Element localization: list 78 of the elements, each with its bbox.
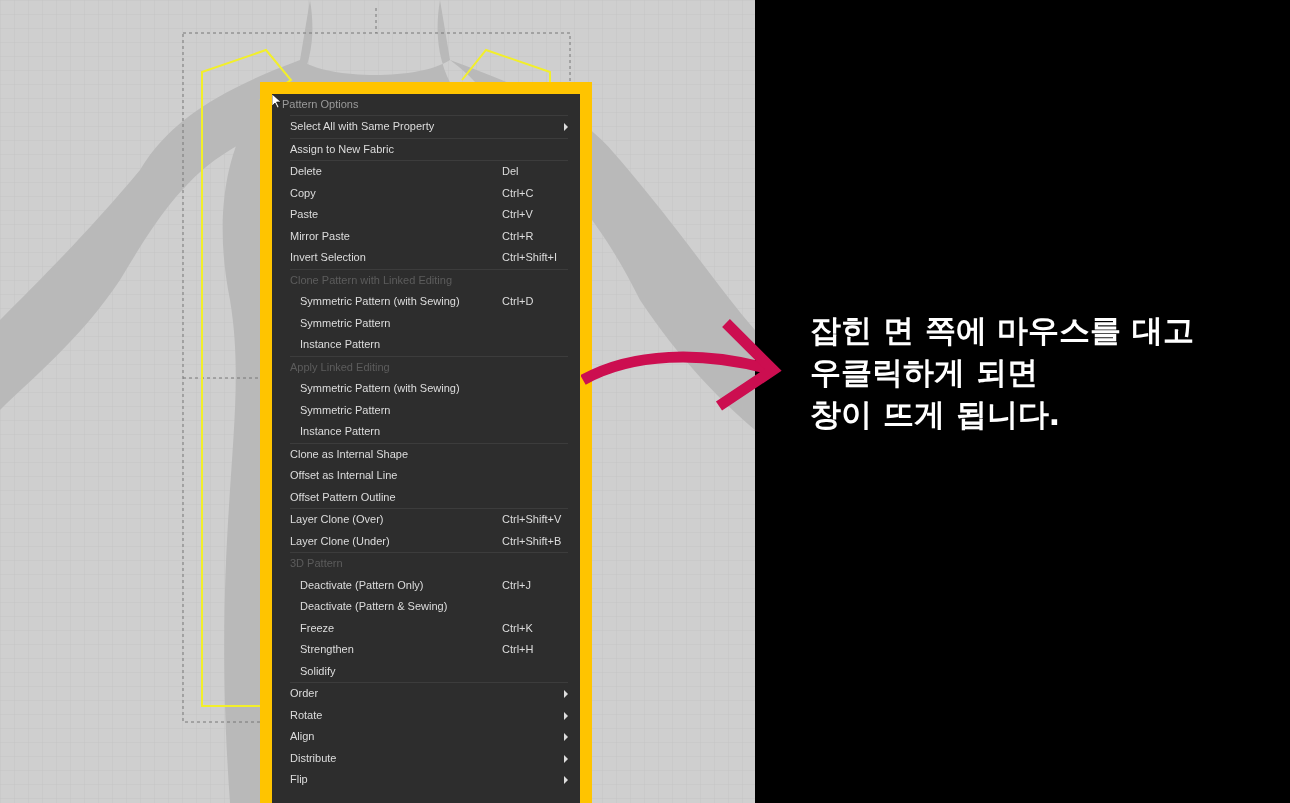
menu-item[interactable]: Assign to New Fabric — [272, 138, 568, 160]
menu-item-label: Instance Pattern — [300, 424, 381, 439]
menu-item-label: Paste — [290, 207, 319, 222]
submenu-arrow-icon — [564, 733, 568, 741]
menu-item-label: Distribute — [290, 750, 337, 766]
menu-item-label: Strengthen — [300, 642, 354, 657]
menu-item-label: Symmetric Pattern (with Sewing) — [300, 381, 460, 396]
shortcut-label: Del — [502, 164, 519, 179]
shortcut-label: Ctrl+K — [502, 620, 533, 636]
menu-item[interactable]: Strengthen Ctrl+H — [272, 639, 568, 661]
menu-item-label: Symmetric Pattern — [300, 402, 391, 418]
menu-item-label: Mirror Paste — [290, 228, 350, 244]
shortcut-label: Ctrl+Shift+B — [502, 533, 562, 549]
menu-item-label: Rotate — [290, 707, 323, 723]
menu-item[interactable]: Paste Ctrl+V — [272, 204, 568, 226]
menu-item[interactable]: Symmetric Pattern — [272, 312, 568, 334]
menu-item[interactable]: Offset as Internal Line — [272, 465, 568, 487]
menu-item[interactable]: Deactivate (Pattern & Sewing) — [272, 596, 568, 618]
menu-item[interactable]: Layer Clone (Under) Ctrl+Shift+B — [272, 530, 568, 552]
shortcut-label: Ctrl+J — [502, 577, 532, 593]
menu-item[interactable]: Instance Pattern — [272, 421, 568, 443]
menu-item-label: Copy — [290, 185, 316, 201]
submenu-arrow-icon — [564, 754, 568, 763]
submenu-arrow-icon — [564, 776, 568, 784]
caption-text: 창이 뜨게 됩니다. — [810, 395, 1062, 434]
menu-item-label: Clone as Internal Shape — [290, 446, 409, 462]
submenu-arrow-icon — [564, 711, 568, 720]
shortcut-label: Ctrl+H — [502, 642, 534, 657]
menu-item[interactable]: Solidify — [272, 660, 568, 682]
menu-item[interactable]: Offset Pattern Outline — [272, 486, 568, 508]
menu-item-label: Layer Clone (Over) — [290, 512, 384, 527]
menu-item[interactable]: Freeze Ctrl+K — [272, 617, 568, 639]
menu-item-label: Order — [290, 686, 319, 701]
caption-text: 우클릭하게 되면 — [810, 353, 1039, 392]
menu-item[interactable]: Instance Pattern — [272, 334, 568, 356]
menu-item-label: Symmetric Pattern — [300, 315, 391, 331]
menu-item-label: Layer Clone (Under) — [290, 533, 390, 549]
menu-item[interactable]: Delete Del — [272, 161, 568, 183]
menu-item[interactable]: Clone as Internal Shape — [272, 443, 568, 465]
menu-item[interactable]: Symmetric Pattern (with Sewing) — [272, 378, 568, 400]
menu-item[interactable]: Select All with Same Property — [272, 116, 568, 138]
caption-text: 잡힌 면 쪽에 마우스를 대고 — [810, 311, 1195, 350]
menu-item-label: Deactivate (Pattern Only) — [300, 577, 424, 593]
menu-item[interactable]: Rotate — [272, 704, 568, 726]
menu-item[interactable]: Deactivate (Pattern Only) Ctrl+J — [272, 574, 568, 596]
shortcut-label: Ctrl+D — [502, 294, 534, 309]
menu-item-label: Solidify — [300, 663, 336, 679]
menu-item[interactable]: Symmetric Pattern — [272, 399, 568, 421]
menu-item[interactable]: Layer Clone (Over) Ctrl+Shift+V — [272, 509, 568, 531]
menu-item-label: Offset as Internal Line — [290, 468, 398, 483]
menu-item-label: Delete — [290, 164, 322, 179]
menu-item-label: Align — [290, 729, 315, 744]
menu-item[interactable]: Mirror Paste Ctrl+R — [272, 225, 568, 247]
shortcut-label: Ctrl+Shift+I — [502, 250, 558, 265]
menu-item[interactable]: Symmetric Pattern (with Sewing) Ctrl+D — [272, 291, 568, 313]
menu-item-label: Assign to New Fabric — [290, 141, 394, 157]
submenu-arrow-icon — [564, 123, 568, 131]
menu-title: Pattern Options — [282, 97, 360, 112]
menu-item[interactable]: Distribute — [272, 747, 568, 769]
menu-item[interactable]: Invert Selection Ctrl+Shift+I — [272, 247, 568, 269]
menu-item-label: Flip — [290, 772, 308, 787]
menu-item-label: Deactivate (Pattern & Sewing) — [300, 599, 448, 614]
menu-item-label: Offset Pattern Outline — [290, 489, 396, 505]
menu-item[interactable]: Order — [272, 683, 568, 705]
menu-item[interactable]: Flip — [272, 769, 568, 791]
menu-item-label: Invert Selection — [290, 250, 366, 265]
shortcut-label: Ctrl+V — [502, 207, 533, 222]
menu-item[interactable]: Align — [272, 726, 568, 748]
shortcut-label: Ctrl+R — [502, 228, 534, 244]
mouse-pointer-icon — [272, 94, 282, 108]
menu-item-label: Symmetric Pattern (with Sewing) — [300, 294, 460, 309]
menu-item-label: Select All with Same Property — [290, 119, 435, 134]
menu-item-label: Freeze — [300, 620, 335, 636]
shortcut-label: Ctrl+Shift+V — [502, 512, 562, 527]
shortcut-label: Ctrl+C — [502, 185, 534, 201]
menu-item-label: Instance Pattern — [300, 337, 381, 352]
submenu-arrow-icon — [564, 690, 568, 698]
menu-item[interactable]: Copy Ctrl+C — [272, 182, 568, 204]
